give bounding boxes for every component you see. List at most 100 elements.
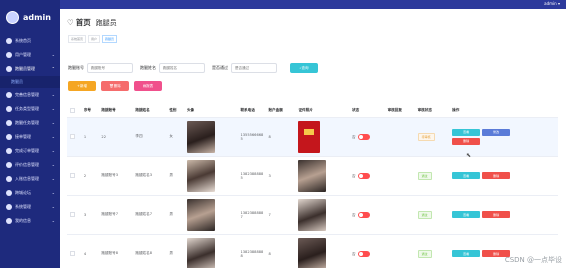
status-toggle[interactable]: [357, 211, 370, 218]
audit-status-cell: 通过: [414, 156, 450, 196]
runner-gender: 男: [166, 195, 184, 235]
avatar-cell: [183, 156, 238, 196]
view-button[interactable]: 查看: [452, 172, 481, 179]
view-button[interactable]: 查看: [452, 211, 481, 218]
sidebar-item[interactable]: 系统管理 ⌄: [0, 200, 60, 214]
pass-select[interactable]: [231, 63, 277, 73]
column-header: 联系电话: [237, 105, 266, 118]
row-checkbox[interactable]: [70, 250, 75, 256]
view-button[interactable]: 查看: [452, 250, 481, 257]
tab-runner[interactable]: 跑腿员: [102, 35, 118, 43]
sidebar-item[interactable]: 任务类型管理 ⌄: [0, 102, 60, 116]
row-actions: 查看 删除: [452, 172, 512, 179]
status-toggle[interactable]: [357, 133, 370, 140]
report-button[interactable]: ▤ 报表: [134, 81, 162, 91]
row-select-cell: [67, 195, 81, 235]
sidebar-item[interactable]: 跑腿任务管理 ⌄: [0, 116, 60, 130]
column-header: 审核回复: [384, 105, 415, 118]
user-menu[interactable]: admin: [544, 1, 560, 6]
delete-row-button[interactable]: 删除: [482, 172, 511, 179]
column-header: 跑腿姓名: [132, 105, 167, 118]
runner-account: 跑腿账号8: [98, 234, 133, 268]
sidebar-item[interactable]: 接单管理 ⌄: [0, 130, 60, 144]
status-label: 否: [352, 134, 356, 139]
avatar-cell: [183, 117, 238, 157]
sidebar-item[interactable]: 跑腿员管理 ⌃: [0, 62, 60, 76]
sidebar-item[interactable]: 跑腿员: [0, 76, 60, 88]
comment-icon: [6, 162, 12, 168]
certificate-photo: [298, 120, 321, 153]
row-checkbox[interactable]: [70, 172, 75, 178]
column-header: 序号: [80, 105, 99, 118]
row-number: 1: [80, 117, 99, 157]
name-input[interactable]: [159, 63, 205, 73]
row-select-cell: [67, 117, 81, 157]
info-icon: [6, 92, 12, 98]
row-checkbox[interactable]: [70, 211, 75, 217]
runner-balance: 7: [265, 195, 296, 235]
page-title: ♡ 首页 跑腿员: [67, 18, 117, 27]
sidebar-item[interactable]: 完成订单管理 ⌄: [0, 144, 60, 158]
table-header: 序号 跑腿账号 跑腿姓名 性别 头像 联系电话 账户金额 证件照片 状态 审核回复 审核状态 操作: [67, 105, 558, 118]
operations-cell: 查看 修改 删除: [449, 117, 558, 157]
column-header: [67, 105, 81, 118]
runner-account: 跑腿账号3: [98, 156, 133, 196]
settings-icon: [6, 204, 12, 210]
row-checkbox[interactable]: [70, 133, 75, 139]
column-header: 审核状态: [414, 105, 450, 118]
account-input[interactable]: [87, 63, 133, 73]
view-button[interactable]: 查看: [452, 128, 481, 136]
search-button[interactable]: ⌕ 查询: [290, 63, 318, 73]
sidebar-item[interactable]: 完善信息管理 ⌄: [0, 88, 60, 102]
audit-status-cell: 待审核: [414, 117, 450, 157]
status-toggle[interactable]: [357, 250, 370, 257]
chevron-icon: ⌄: [51, 120, 55, 125]
sidebar-item[interactable]: 评价信息管理 ⌄: [0, 158, 60, 172]
operations-cell: 查看 删除: [449, 156, 558, 196]
status-cell: 否: [349, 156, 385, 196]
sidebar-item[interactable]: 跨城论坛 ⌄: [0, 186, 60, 200]
sidebar-item[interactable]: 系统首页: [0, 34, 60, 48]
search-form: 跑腿账号 跑腿姓名 是否通过 ⌕ 查询: [68, 63, 318, 73]
type-icon: [6, 106, 12, 112]
row-number: 3: [80, 195, 99, 235]
add-button[interactable]: + 新增: [68, 81, 96, 91]
sidebar-item-label: 系统管理: [15, 204, 31, 209]
runner-gender: 男: [166, 156, 184, 196]
runner-phone: 13823888885: [237, 156, 266, 196]
delete-row-button[interactable]: 删除: [452, 137, 481, 145]
tab-home[interactable]: 系统首页: [68, 35, 87, 43]
status-label: 否: [352, 251, 356, 256]
certificate-cell: [295, 195, 349, 235]
delete-row-button[interactable]: 删除: [482, 211, 511, 218]
chevron-icon: ⌄: [51, 176, 55, 181]
runner-phone: 13823888888: [237, 234, 266, 268]
edit-button[interactable]: 修改: [482, 128, 511, 136]
certificate-cell: [295, 156, 349, 196]
delete-button[interactable]: 🗑 删除: [101, 81, 129, 91]
runner-avatar: [186, 237, 215, 268]
certificate-cell: [295, 234, 349, 268]
row-select-cell: [67, 156, 81, 196]
sidebar: admin 系统首页 用户管理 ⌄ 跑腿员管理 ⌃ 跑腿员 完善信息管理 ⌄ 任务类型管理 ⌄ 跑腿…: [0, 0, 60, 268]
chevron-icon: ⌄: [51, 134, 55, 139]
sidebar-item[interactable]: 入账信息管理 ⌄: [0, 172, 60, 186]
tab-user[interactable]: 用户: [88, 35, 101, 43]
status-toggle[interactable]: [357, 172, 370, 179]
row-select-cell: [67, 234, 81, 268]
chevron-icon: ⌄: [51, 148, 55, 153]
table-row: 4 跑腿账号8 跑腿姓名8 男 13823888888 8 否 通过 查看 删除: [67, 234, 558, 268]
row-number: 2: [80, 156, 99, 196]
main-content: ♡首页跑腿员 系统首页 用户 跑腿员 跑腿账号 跑腿姓名 是否通过 ⌕ 查询 +…: [60, 9, 566, 268]
admin-name: admin: [23, 12, 51, 22]
sidebar-item[interactable]: 我的信息 ⌄: [0, 214, 60, 228]
select-all-checkbox[interactable]: [70, 107, 75, 113]
audit-reply: [384, 195, 415, 235]
status-badge: 待审核: [417, 132, 435, 141]
status-label: 否: [352, 173, 356, 178]
sidebar-item[interactable]: 用户管理 ⌄: [0, 48, 60, 62]
account-label: 跑腿账号: [68, 65, 84, 70]
row-number: 4: [80, 234, 99, 268]
row-actions: 查看 删除: [452, 211, 512, 218]
top-bar: admin: [0, 0, 566, 9]
